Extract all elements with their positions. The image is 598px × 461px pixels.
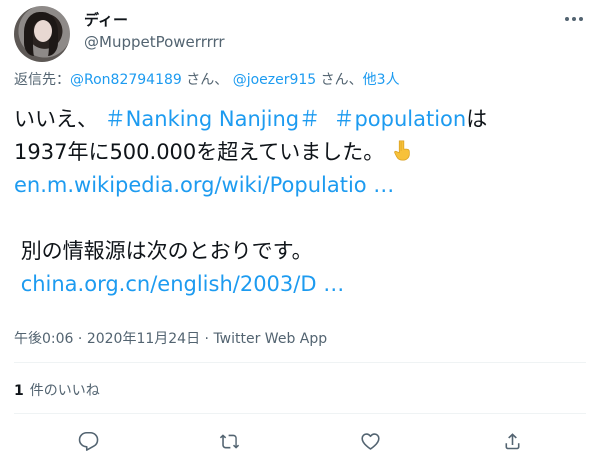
reply-suffix: さん、 <box>181 72 233 88</box>
tweet-date-link[interactable]: 2020年11月24日 <box>87 331 200 347</box>
author-display-name[interactable]: ディー <box>84 9 128 30</box>
reply-user-link[interactable]: @Ron82794189 <box>70 72 182 88</box>
reply-icon <box>78 431 98 451</box>
likes-number: 1 <box>14 383 24 399</box>
likes-count[interactable]: 1 件のいいね <box>14 380 100 400</box>
reply-prefix: 返信先： <box>14 72 70 88</box>
divider <box>14 413 586 414</box>
like-button[interactable] <box>355 426 385 456</box>
share-button[interactable] <box>497 426 527 456</box>
avatar[interactable] <box>14 6 70 62</box>
reply-to-line: 返信先：@Ron82794189 さん、 @joezer915 さん、他3人 <box>14 69 400 89</box>
tweet-source-link[interactable]: Twitter Web App <box>213 331 327 347</box>
pointing-down-icon <box>394 140 410 161</box>
meta-separator: · <box>200 331 214 347</box>
reply-button[interactable] <box>73 426 103 456</box>
tweet-meta: 午後0:06 · 2020年11月24日 · Twitter Web App <box>14 328 327 348</box>
author-handle[interactable]: @MuppetPowerrrrr <box>84 33 225 51</box>
url-link[interactable]: en.m.wikipedia.org/wiki/Populatio … <box>14 173 394 197</box>
reply-user-link[interactable]: @joezer915 <box>233 72 317 88</box>
action-bar <box>14 426 586 456</box>
tweet-line: いいえ、 ＃Nanking Nanjing＃ ＃populationは <box>14 103 586 136</box>
retweet-button[interactable] <box>214 426 244 456</box>
more-dot <box>572 17 576 21</box>
tweet-text-segment: 1937年に500.000を超えていました。 <box>14 140 391 164</box>
tweet-line: 1937年に500.000を超えていました。 <box>14 136 586 169</box>
more-dot <box>565 17 569 21</box>
tweet-text-segment: いいえ、 <box>14 107 105 131</box>
tweet-text-segment: 別の情報源は次のとおりです。 <box>20 239 313 263</box>
url-link[interactable]: china.org.cn/english/2003/D … <box>21 272 345 296</box>
avatar-face <box>34 20 52 42</box>
tweet-line: china.org.cn/english/2003/D … <box>14 268 586 301</box>
tweet-line: 別の情報源は次のとおりです。 <box>14 235 586 268</box>
more-icon[interactable] <box>562 10 586 28</box>
reply-others-link[interactable]: 他3人 <box>363 72 400 88</box>
tweet-time-link[interactable]: 午後0:06 <box>14 331 73 347</box>
share-icon <box>505 432 519 449</box>
tweet-header: ディー @MuppetPowerrrrr <box>14 6 586 66</box>
tweet-text-segment: は <box>466 107 488 131</box>
reply-suffix: さん、 <box>316 72 363 88</box>
like-icon <box>360 432 380 450</box>
tweet-line: en.m.wikipedia.org/wiki/Populatio … <box>14 169 586 202</box>
hashtag-link[interactable]: ＃Nanking Nanjing＃ <box>105 107 320 131</box>
divider <box>14 362 586 363</box>
tweet-text: いいえ、 ＃Nanking Nanjing＃ ＃populationは 1937… <box>14 103 586 301</box>
retweet-icon <box>219 433 239 449</box>
likes-label: 件のいいね <box>29 383 100 399</box>
meta-separator: · <box>73 331 87 347</box>
hashtag-link[interactable]: ＃population <box>333 107 466 131</box>
more-dot <box>579 17 583 21</box>
